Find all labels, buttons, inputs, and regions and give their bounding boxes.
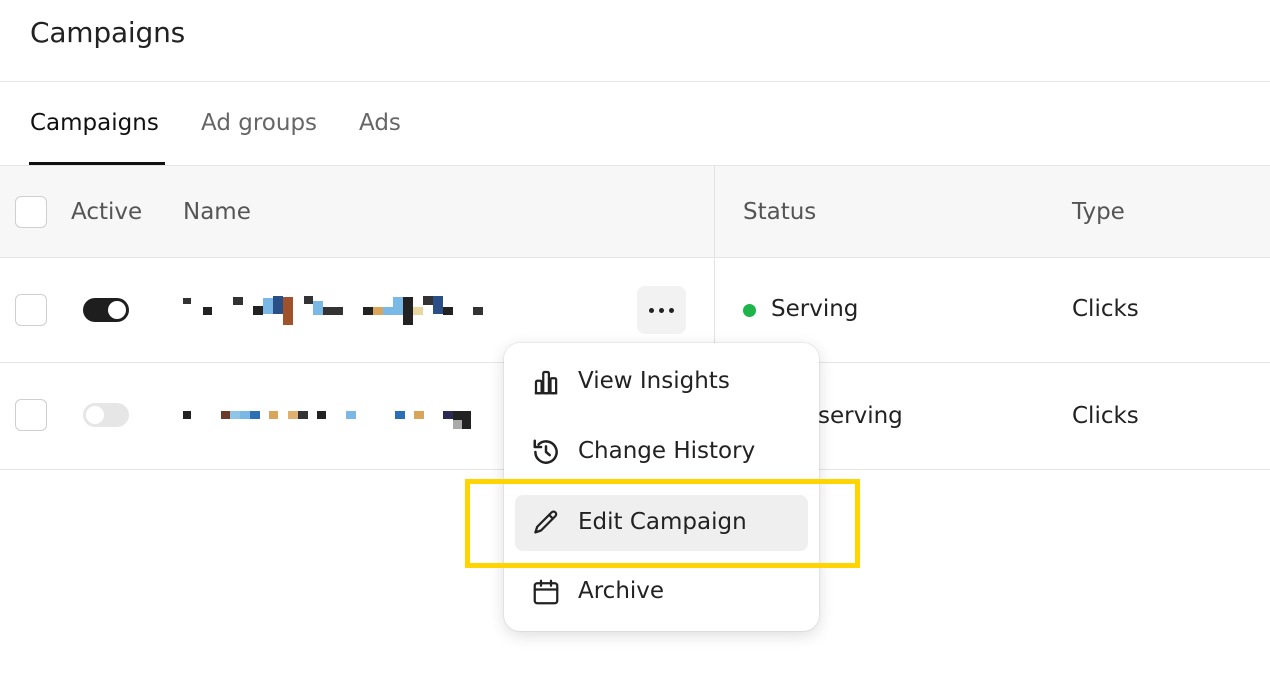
tab-ad-groups[interactable]: Ad groups	[201, 110, 317, 136]
history-icon	[533, 439, 558, 464]
column-header-name[interactable]: Name	[183, 199, 251, 225]
type-text: Clicks	[1072, 296, 1139, 322]
toggle-knob	[108, 301, 126, 319]
active-toggle[interactable]	[83, 403, 129, 427]
serving-status-dot	[743, 304, 756, 317]
row-checkbox[interactable]	[15, 399, 47, 431]
menu-item-label: Change History	[578, 438, 756, 464]
row-checkbox[interactable]	[15, 294, 47, 326]
tab-ads[interactable]: Ads	[359, 110, 401, 136]
row-actions-button[interactable]	[637, 286, 686, 334]
page-title: Campaigns	[30, 16, 186, 49]
menu-item-label: Edit Campaign	[578, 509, 747, 535]
campaign-name-redacted	[183, 408, 503, 438]
menu-item-archive[interactable]: Archive	[515, 564, 808, 620]
more-dot	[659, 308, 664, 313]
active-toggle[interactable]	[83, 298, 129, 322]
menu-item-edit-campaign[interactable]: Edit Campaign	[515, 495, 808, 551]
status-text: serving	[818, 403, 903, 429]
bar-chart-icon	[534, 370, 558, 395]
status-text: Serving	[771, 296, 859, 322]
menu-item-change-history[interactable]: Change History	[515, 424, 808, 480]
more-dot	[669, 308, 674, 313]
pencil-icon	[534, 510, 558, 534]
column-divider	[714, 166, 715, 257]
tab-campaigns[interactable]: Campaigns	[30, 110, 159, 136]
table-header: Active Name Status Type	[0, 165, 1270, 258]
more-dot	[649, 308, 654, 313]
menu-item-view-insights[interactable]: View Insights	[515, 354, 808, 410]
type-text: Clicks	[1072, 403, 1139, 429]
menu-item-label: Archive	[578, 578, 665, 604]
menu-item-label: View Insights	[578, 368, 730, 394]
select-all-checkbox[interactable]	[15, 196, 47, 228]
column-header-active[interactable]: Active	[71, 199, 142, 225]
column-header-type[interactable]: Type	[1072, 199, 1125, 225]
campaign-name-redacted	[183, 296, 503, 326]
page-header: Campaigns	[0, 0, 1270, 82]
toggle-knob	[86, 406, 104, 424]
column-header-status[interactable]: Status	[743, 199, 816, 225]
row-actions-menu: View Insights Change History Edit Campai…	[504, 343, 819, 631]
calendar-icon	[533, 579, 559, 605]
tab-bar: Campaigns Ad groups Ads	[0, 82, 1270, 166]
